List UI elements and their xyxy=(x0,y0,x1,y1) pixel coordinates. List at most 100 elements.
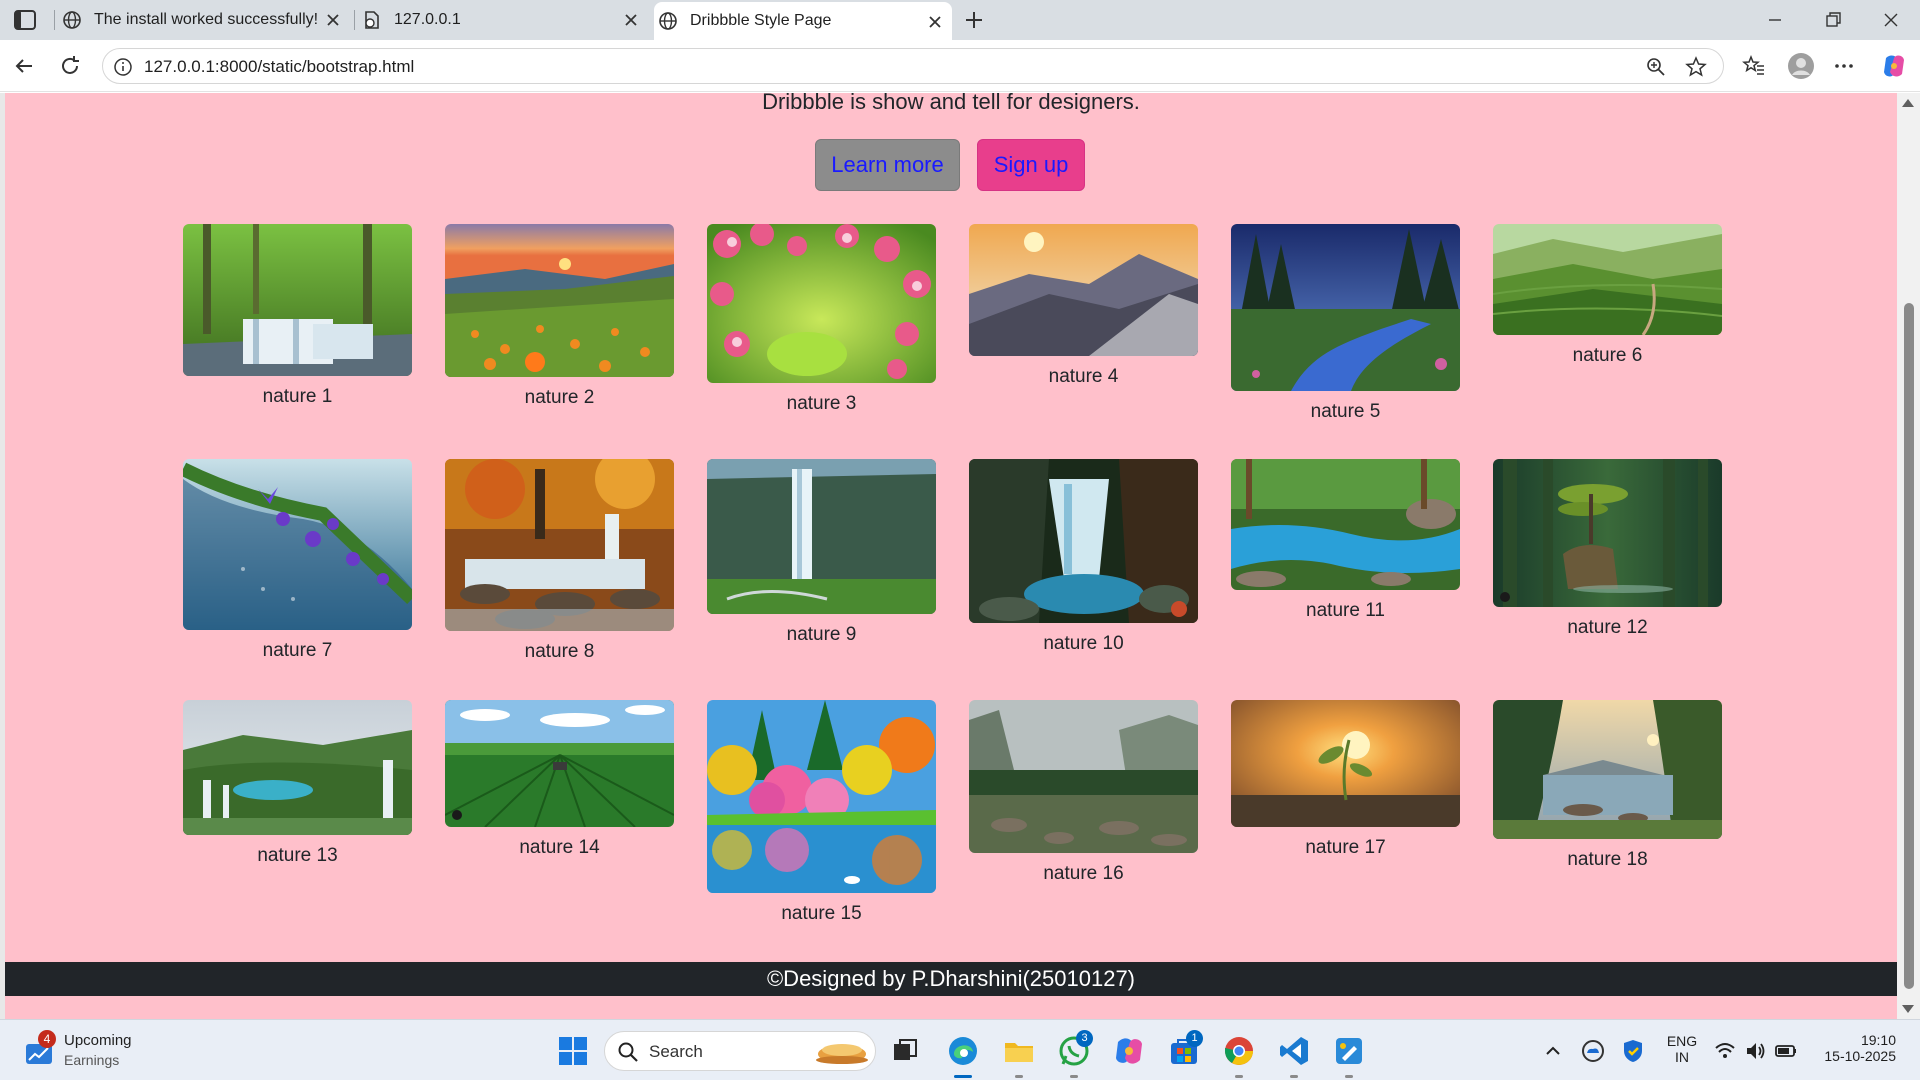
site-info-icon[interactable] xyxy=(113,57,133,77)
new-tab-icon[interactable] xyxy=(962,8,986,32)
gallery-caption: nature 7 xyxy=(262,640,333,661)
tab-dribbble-style-page[interactable]: Dribbble Style Page xyxy=(654,2,952,40)
crop-field-image xyxy=(445,700,674,827)
gallery-card[interactable]: nature 13 xyxy=(183,700,412,867)
favorite-star-icon[interactable] xyxy=(1685,56,1707,78)
task-view-icon[interactable] xyxy=(888,1034,922,1068)
tab-title: The install worked successfully! Co xyxy=(94,11,319,28)
rocky-waterfall-image xyxy=(969,459,1198,623)
close-tab-icon[interactable] xyxy=(926,13,944,31)
gallery-card[interactable]: nature 18 xyxy=(1493,700,1722,871)
copilot-icon[interactable] xyxy=(1880,52,1908,80)
close-tab-icon[interactable] xyxy=(622,11,640,29)
gallery-card[interactable]: nature 17 xyxy=(1231,700,1460,859)
taskbar-search[interactable]: Search xyxy=(604,1031,876,1071)
gallery-caption: nature 6 xyxy=(1572,345,1643,366)
gallery-caption: nature 13 xyxy=(257,845,338,866)
onedrive-icon[interactable] xyxy=(1580,1038,1606,1064)
copilot-app-icon[interactable] xyxy=(1112,1034,1146,1068)
gallery-caption: nature 1 xyxy=(262,386,333,407)
gallery-caption: nature 11 xyxy=(1306,600,1385,621)
tab-title: Dribbble Style Page xyxy=(690,12,832,29)
minimize-icon[interactable] xyxy=(1763,8,1787,32)
page-footer: ©Designed by P.Dharshini(25010127) xyxy=(5,962,1897,996)
gallery-card[interactable]: nature 1 xyxy=(183,224,412,408)
language-code: ENG xyxy=(1666,1033,1698,1049)
scrollbar-thumb[interactable] xyxy=(1904,303,1914,989)
widget-subtitle: Earnings xyxy=(64,1052,120,1068)
store-badge: 1 xyxy=(1186,1030,1203,1047)
turquoise-river-image xyxy=(1231,459,1460,590)
tab-localhost[interactable]: 127.0.0.1 xyxy=(362,0,648,40)
gallery-caption: nature 9 xyxy=(786,624,857,645)
profile-avatar-icon[interactable] xyxy=(1787,52,1815,80)
bonsai-rock-image xyxy=(1493,459,1722,607)
tab-install-worked[interactable]: The install worked successfully! Co xyxy=(62,0,350,40)
scroll-up-arrow-icon[interactable] xyxy=(1902,99,1914,107)
refresh-icon[interactable] xyxy=(58,54,82,78)
tea-hills-image xyxy=(1493,224,1722,335)
navigation-bar: 127.0.0.1:8000/static/bootstrap.html xyxy=(0,40,1920,92)
tab-bar: The install worked successfully! Co 127.… xyxy=(0,0,1920,40)
close-tab-icon[interactable] xyxy=(324,11,342,29)
wifi-icon[interactable] xyxy=(1714,1040,1736,1062)
search-highlight-image xyxy=(816,1044,868,1064)
language-indicator[interactable]: ENG IN xyxy=(1664,1033,1700,1065)
gallery-card[interactable]: nature 4 xyxy=(969,224,1198,388)
gallery-card[interactable]: nature 10 xyxy=(969,459,1198,655)
colorful-trees-image xyxy=(707,700,936,893)
zoom-icon[interactable] xyxy=(1645,56,1667,78)
notification-badge: 4 xyxy=(38,1030,56,1048)
gallery-card[interactable]: nature 11 xyxy=(1231,459,1460,622)
gallery-card[interactable]: nature 14 xyxy=(445,700,674,859)
windows-start-icon[interactable] xyxy=(556,1034,590,1068)
scroll-down-arrow-icon[interactable] xyxy=(1902,1005,1914,1013)
widgets-button[interactable]: 4 Upcoming Earnings xyxy=(24,1030,184,1072)
battery-icon[interactable] xyxy=(1774,1040,1798,1062)
gallery-card[interactable]: nature 7 xyxy=(183,459,412,662)
tagline: Dribbble is show and tell for designers. xyxy=(762,93,1140,114)
gallery-card[interactable]: nature 3 xyxy=(707,224,936,415)
sunset-sprout-image xyxy=(1231,700,1460,827)
url-text[interactable]: 127.0.0.1:8000/static/bootstrap.html xyxy=(144,57,414,77)
gallery-card[interactable]: nature 12 xyxy=(1493,459,1722,639)
gallery-caption: nature 3 xyxy=(786,393,857,414)
show-hidden-icons-icon[interactable] xyxy=(1542,1040,1564,1062)
file-explorer-icon[interactable] xyxy=(1002,1034,1036,1068)
gallery-card[interactable]: nature 6 xyxy=(1493,224,1722,367)
page-scrollbar[interactable] xyxy=(1897,93,1920,1019)
widget-title: Upcoming xyxy=(64,1032,132,1049)
gallery-card[interactable]: nature 2 xyxy=(445,224,674,409)
region-code: IN xyxy=(1675,1049,1689,1065)
vscode-icon[interactable] xyxy=(1277,1034,1311,1068)
gallery-caption: nature 17 xyxy=(1305,837,1386,858)
restore-icon[interactable] xyxy=(1821,8,1845,32)
gallery-card[interactable]: nature 8 xyxy=(445,459,674,663)
tab-actions-icon[interactable] xyxy=(12,9,38,31)
night-stream-image xyxy=(1231,224,1460,391)
paint-app-icon[interactable] xyxy=(1332,1034,1366,1068)
back-icon[interactable] xyxy=(12,54,36,78)
gallery-card[interactable]: nature 5 xyxy=(1231,224,1460,423)
address-bar[interactable]: 127.0.0.1:8000/static/bootstrap.html xyxy=(102,48,1724,84)
gallery-caption: nature 18 xyxy=(1567,849,1648,870)
page-viewport: Dribbble is show and tell for designers.… xyxy=(5,93,1897,1019)
more-options-icon[interactable] xyxy=(1832,54,1856,78)
learn-more-button[interactable]: Learn more xyxy=(815,139,960,191)
close-window-icon[interactable] xyxy=(1879,8,1903,32)
chrome-icon[interactable] xyxy=(1222,1034,1256,1068)
volume-icon[interactable] xyxy=(1744,1040,1766,1062)
taskbar: 4 Upcoming Earnings Search 3 1 ENG IN 19… xyxy=(0,1019,1920,1080)
security-shield-icon[interactable] xyxy=(1620,1038,1646,1064)
edge-browser-icon[interactable] xyxy=(946,1034,980,1068)
gallery-card[interactable]: nature 16 xyxy=(969,700,1198,885)
clock[interactable]: 19:10 15-10-2025 xyxy=(1812,1032,1896,1064)
favorites-icon[interactable] xyxy=(1742,54,1766,78)
gallery-card[interactable]: nature 9 xyxy=(707,459,936,646)
gallery-caption: nature 14 xyxy=(519,837,600,858)
gallery-caption: nature 10 xyxy=(1043,633,1124,654)
valley-river-image xyxy=(969,700,1198,853)
gallery-card[interactable]: nature 15 xyxy=(707,700,936,925)
sign-up-button[interactable]: Sign up xyxy=(977,139,1085,191)
lake-trees-image xyxy=(1493,700,1722,839)
